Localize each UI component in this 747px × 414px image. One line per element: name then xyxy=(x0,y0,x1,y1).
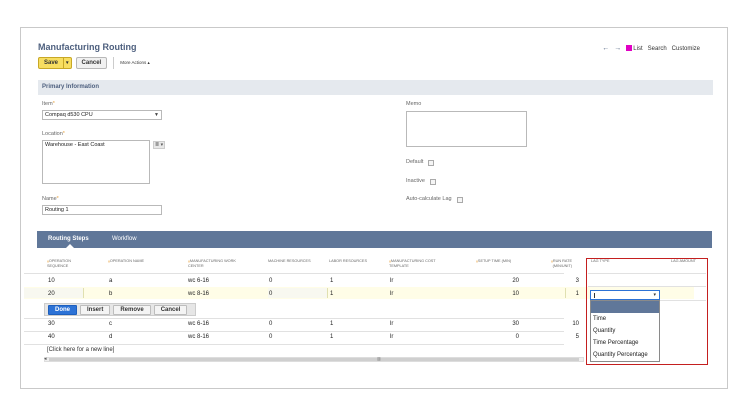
header-operation-name[interactable]: ⁎Operation Name xyxy=(108,259,144,264)
default-label: Default xyxy=(406,159,424,165)
inactive-label: Inactive xyxy=(406,178,425,184)
lag-columns-highlight xyxy=(586,258,708,365)
cell-machine[interactable]: 0 xyxy=(269,291,272,297)
item-label: Item* xyxy=(42,101,55,107)
header-manufacturing-cost-template[interactable]: ⁎Manufacturing Cost Template xyxy=(389,259,436,269)
customize-link[interactable]: Customize xyxy=(672,46,700,52)
cell-work-center: wc 8-16 xyxy=(188,334,210,340)
auto-calculate-lag-checkbox[interactable] xyxy=(457,197,463,203)
cell-sequence: 10 xyxy=(48,278,55,284)
cell-template: lr xyxy=(390,278,394,284)
list-options-icon[interactable]: ≣ ▾ xyxy=(153,141,166,149)
cell-labor[interactable]: 1 xyxy=(330,291,333,297)
save-menu-caret[interactable]: ▾ xyxy=(63,58,71,68)
section-title: Primary Information xyxy=(42,84,100,90)
cell-machine: 0 xyxy=(269,321,273,327)
inactive-checkbox[interactable] xyxy=(430,179,436,185)
cell-work-center: wc 6-16 xyxy=(188,321,210,327)
row-divider xyxy=(24,344,564,345)
arrow-left-icon[interactable]: ← xyxy=(602,45,609,52)
cell-setup: 0 xyxy=(515,334,519,340)
cell-machine: 0 xyxy=(269,278,273,284)
done-button[interactable]: Done xyxy=(48,304,77,315)
cell-name: d xyxy=(109,334,113,340)
primary-information-header[interactable]: Primary Information xyxy=(38,80,713,95)
default-checkbox[interactable] xyxy=(428,160,434,166)
horizontal-scrollbar[interactable] xyxy=(44,357,584,362)
more-actions-menu[interactable]: More Actions ▴ xyxy=(120,60,150,66)
search-link[interactable]: Search xyxy=(648,46,667,52)
cell-machine: 0 xyxy=(269,334,273,340)
row-divider xyxy=(24,331,564,332)
insert-button[interactable]: Insert xyxy=(80,304,111,315)
cell-name[interactable]: b xyxy=(109,291,112,297)
tab-workflow[interactable]: Workflow xyxy=(112,236,137,242)
cell-template: lr xyxy=(390,334,394,340)
cell-setup[interactable]: 10 xyxy=(505,291,519,297)
cell-sequence[interactable]: 20 xyxy=(48,291,55,297)
cell-name: a xyxy=(109,278,113,284)
cell-labor: 1 xyxy=(330,334,334,340)
cell-run-rate: 3 xyxy=(575,278,579,284)
cancel-line-button[interactable]: Cancel xyxy=(153,304,188,315)
toolbar: Save ▾ Cancel More Actions ▴ xyxy=(38,57,150,69)
cell-work-center[interactable]: wc 8-16 xyxy=(188,291,209,297)
edit-cell[interactable] xyxy=(388,288,566,298)
arrow-right-icon[interactable]: → xyxy=(614,45,621,52)
cell-setup: 20 xyxy=(512,278,519,284)
list-icon xyxy=(626,45,633,51)
scroll-grip-icon: ▥ xyxy=(377,356,381,361)
cell-sequence: 40 xyxy=(48,334,55,340)
edit-cell[interactable] xyxy=(268,288,328,298)
cell-sequence: 30 xyxy=(48,321,55,327)
top-nav: ← → List Search Customize xyxy=(602,45,700,52)
header-operation-sequence[interactable]: ⁎Operation Sequence xyxy=(47,259,71,269)
add-new-line-link[interactable]: [Click here for a new line] xyxy=(47,347,114,353)
cell-template: lr xyxy=(390,321,394,327)
page-title: Manufacturing Routing xyxy=(38,42,137,52)
header-run-rate[interactable]: ⁎Run Rate (Min/Unit) xyxy=(551,259,572,269)
cancel-button[interactable]: Cancel xyxy=(75,57,108,69)
active-tab-pointer xyxy=(66,244,74,248)
row-divider xyxy=(24,318,564,319)
scrollbar-thumb[interactable] xyxy=(49,358,579,361)
scroll-left-icon[interactable]: ◂ xyxy=(44,356,47,362)
tab-routing-steps[interactable]: Routing Steps xyxy=(48,236,89,242)
chevron-down-icon: ▼ xyxy=(154,112,159,118)
cell-name: c xyxy=(109,321,112,327)
header-machine-resources[interactable]: Machine Resources xyxy=(268,259,311,264)
cell-run-rate[interactable]: 1 xyxy=(565,291,579,297)
header-divider xyxy=(24,273,564,274)
subtab-bar: Routing Steps Workflow xyxy=(37,231,712,248)
name-label: Name* xyxy=(42,196,59,202)
header-labor-resources[interactable]: Labor Resources xyxy=(329,259,367,264)
cell-template[interactable]: lr xyxy=(390,291,393,297)
toolbar-divider xyxy=(113,57,115,69)
list-link[interactable]: List xyxy=(626,45,643,52)
cell-run-rate: 5 xyxy=(575,334,579,340)
memo-textarea[interactable] xyxy=(406,111,527,147)
memo-label: Memo xyxy=(406,101,422,107)
auto-calculate-lag-label: Auto-calculate Lag xyxy=(406,196,452,202)
item-select[interactable]: Compaq d530 CPU ▼ xyxy=(42,110,162,120)
location-label: Location* xyxy=(42,131,65,137)
cell-run-rate: 10 xyxy=(572,321,579,327)
cell-setup: 30 xyxy=(512,321,519,327)
cell-labor: 1 xyxy=(330,278,334,284)
remove-button[interactable]: Remove xyxy=(113,304,151,315)
cell-labor: 1 xyxy=(330,321,334,327)
name-input[interactable]: Routing 1 xyxy=(42,205,162,215)
save-button[interactable]: Save ▾ xyxy=(38,57,72,69)
location-multiselect[interactable]: Warehouse - East Coast xyxy=(42,140,150,184)
header-setup-time[interactable]: ⁎Setup Time (Min) xyxy=(476,259,511,264)
cell-work-center: wc 6-16 xyxy=(188,278,210,284)
header-manufacturing-work-center[interactable]: ⁎Manufacturing Work Center xyxy=(188,259,236,269)
row-edit-toolbar: Done Insert Remove Cancel xyxy=(44,303,196,316)
